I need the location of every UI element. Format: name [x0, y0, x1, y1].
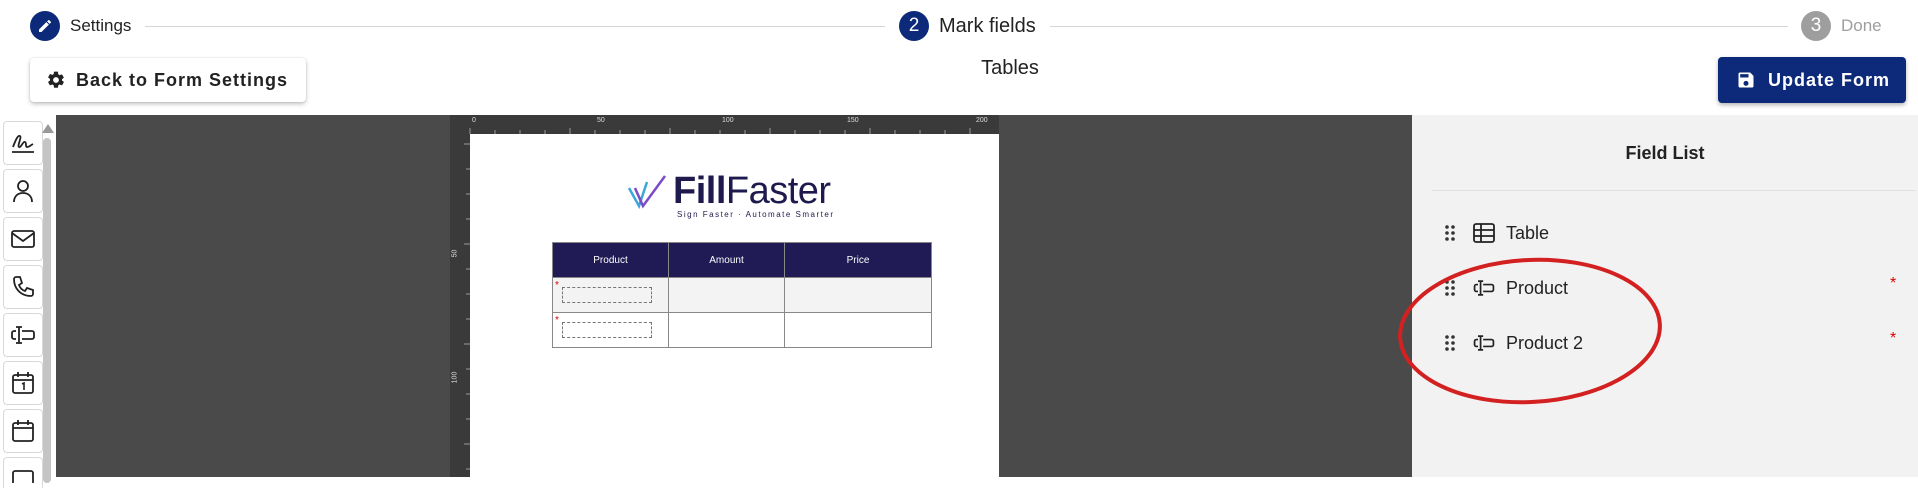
person-icon	[13, 180, 33, 203]
logo-text-bold: Fill	[673, 170, 726, 212]
required-marker: *	[1890, 330, 1897, 347]
table-cell	[784, 277, 932, 313]
field-label: Table	[1506, 222, 1550, 243]
step-connector	[145, 26, 885, 27]
calendar-icon	[12, 420, 34, 442]
ruler-ticks	[464, 143, 470, 470]
step-mark-fields[interactable]: 2 Mark fields	[899, 10, 1036, 42]
table-row: *	[552, 277, 932, 313]
more-tool[interactable]	[3, 457, 43, 488]
calendar-tool[interactable]	[3, 409, 43, 453]
signature-icon	[12, 134, 34, 153]
logo-tagline: Sign Faster · Automate Smarter	[677, 210, 835, 219]
update-button-label: Update Form	[1768, 69, 1891, 90]
drag-handle-icon[interactable]	[1442, 223, 1458, 243]
ruler-label: 0	[472, 117, 476, 124]
ruler-label: 50	[451, 249, 459, 258]
ruler-label: 100	[451, 371, 459, 384]
table-cell	[668, 312, 785, 348]
email-icon	[11, 230, 35, 248]
update-form-button[interactable]: Update Form	[1718, 57, 1906, 103]
ruler-top: 0 50 100 150 200	[450, 115, 999, 134]
page-title: Tables	[981, 57, 1039, 79]
table-icon	[1473, 223, 1495, 243]
required-marker: *	[555, 280, 559, 291]
signature-tool[interactable]	[3, 121, 43, 165]
ruler-label: 200	[976, 117, 988, 124]
ruler-left: 50 100	[450, 134, 470, 477]
email-tool[interactable]	[3, 217, 43, 261]
required-marker: *	[1890, 275, 1897, 292]
divider	[1432, 190, 1916, 191]
step-connector	[1050, 26, 1788, 27]
back-to-form-settings-button[interactable]: Back to Form Settings	[30, 58, 306, 102]
required-marker: *	[555, 315, 559, 326]
back-button-label: Back to Form Settings	[76, 69, 289, 90]
logo-check-icon	[627, 175, 667, 210]
table-cell: *	[552, 312, 669, 348]
product-field[interactable]	[562, 287, 652, 303]
document-table[interactable]: Product Amount Price * *	[552, 242, 932, 348]
product-2-field[interactable]	[562, 322, 652, 338]
table-header-row: Product Amount Price	[552, 242, 932, 278]
date-icon	[12, 372, 34, 394]
step-done[interactable]: 3 Done	[1801, 10, 1882, 42]
ruler-label: 50	[597, 117, 605, 124]
step-number: 2	[899, 11, 929, 41]
ruler-label: 150	[847, 117, 859, 124]
text-field-icon	[11, 326, 35, 344]
pencil-icon	[30, 11, 60, 41]
field-list-item-table[interactable]: Table	[1442, 218, 1912, 248]
step-number: 3	[1801, 11, 1831, 41]
logo-text-light: Faster	[725, 170, 831, 212]
table-row: *	[552, 312, 932, 348]
table-cell: *	[552, 277, 669, 313]
gear-icon	[48, 71, 64, 88]
text-field-tool[interactable]	[3, 313, 43, 357]
table-header-cell: Price	[784, 242, 932, 278]
fillfaster-logo: FillFaster Sign Faster · Automate Smarte…	[625, 170, 855, 220]
toolbox-scrollbar[interactable]	[42, 124, 54, 483]
phone-tool[interactable]	[3, 265, 43, 309]
step-settings[interactable]: Settings	[30, 10, 131, 42]
scroll-thumb[interactable]	[43, 138, 51, 483]
scroll-up-arrow-icon[interactable]	[42, 124, 54, 133]
ruler-label: 100	[722, 117, 734, 124]
phone-icon	[13, 276, 34, 297]
table-header-cell: Product	[552, 242, 669, 278]
save-icon	[1738, 72, 1754, 88]
stepper: Settings 2 Mark fields 3 Done	[0, 0, 1918, 52]
logo-text: FillFaster	[673, 170, 831, 213]
date-tool[interactable]	[3, 361, 43, 405]
field-icon	[12, 470, 34, 483]
table-cell	[784, 312, 932, 348]
table-cell	[668, 277, 785, 313]
step-label: Mark fields	[939, 14, 1036, 37]
step-label: Settings	[70, 16, 132, 35]
step-label: Done	[1841, 16, 1882, 35]
annotation-circle	[1398, 257, 1662, 405]
document-page[interactable]: FillFaster Sign Faster · Automate Smarte…	[470, 134, 999, 477]
person-tool[interactable]	[3, 169, 43, 213]
table-header-cell: Amount	[668, 242, 785, 278]
field-list-title: Field List	[1625, 143, 1705, 163]
